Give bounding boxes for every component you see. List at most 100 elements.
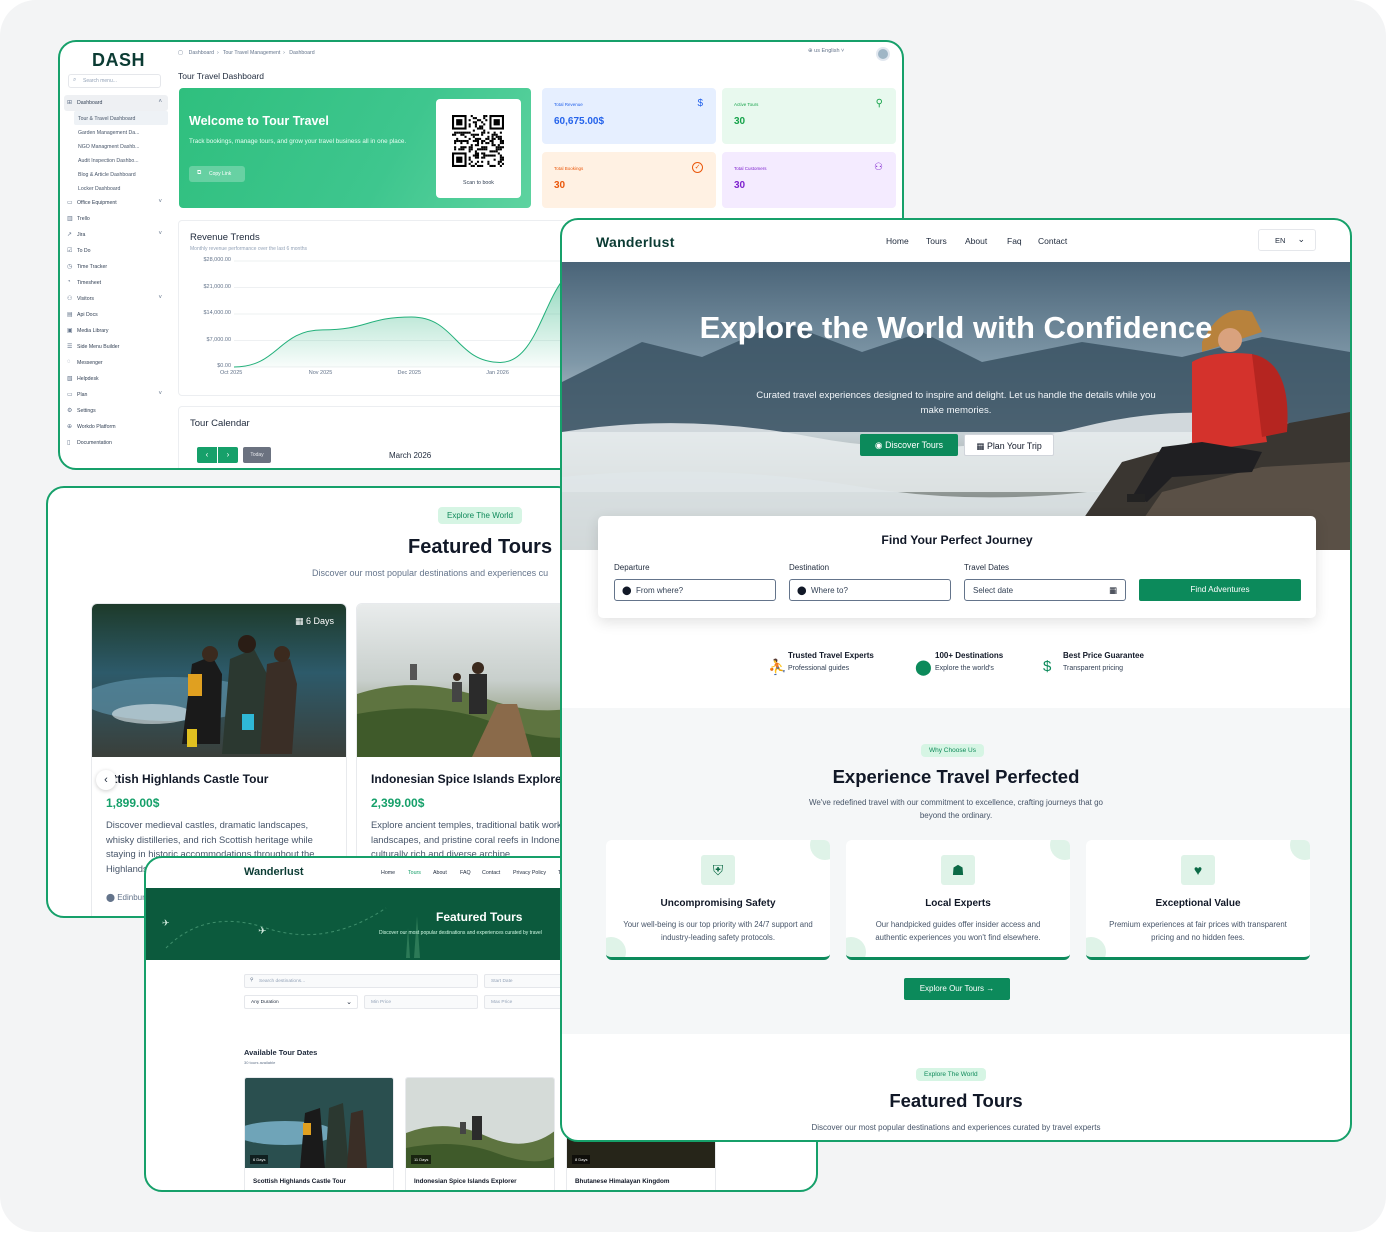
nav-tours[interactable]: Tours xyxy=(408,870,421,876)
dash-logo: DASH xyxy=(92,50,146,70)
avatar[interactable] xyxy=(876,47,890,61)
nav-tours[interactable]: Tours xyxy=(926,236,947,246)
qr-module xyxy=(462,148,465,151)
qr-module xyxy=(499,135,502,138)
nav-contact[interactable]: Contact xyxy=(482,870,500,876)
pin-icon: ⬤ xyxy=(622,585,632,595)
nav-privacy-policy[interactable]: Privacy Policy xyxy=(513,870,546,876)
language-switcher[interactable]: ⊕ us English ˅ xyxy=(808,47,890,61)
sidebar-item-helpdesk[interactable]: ▧ Helpdesk xyxy=(64,371,168,387)
sidebar-item-garden-management-da[interactable]: Garden Management Da... xyxy=(64,125,168,139)
breadcrumb-item[interactable]: Dashboard xyxy=(189,50,214,56)
qr-module xyxy=(487,154,490,157)
board-icon: ▥ xyxy=(67,216,73,222)
sidebar-item-jira[interactable]: ↗ Jira ˅ xyxy=(64,227,168,243)
sidebar-item-office-equipment[interactable]: ▭ Office Equipment ˅ xyxy=(64,195,168,211)
svg-text:✈: ✈ xyxy=(162,918,170,928)
language-select[interactable]: EN ⌄ xyxy=(1258,229,1316,251)
calendar-today-button[interactable]: Today xyxy=(243,447,271,463)
stat-value: 60,675.00$ xyxy=(554,116,605,127)
nav-faq[interactable]: FAQ xyxy=(460,870,471,876)
sidebar-item-trello[interactable]: ▥ Trello xyxy=(64,211,168,227)
stat-label: Total Bookings xyxy=(554,166,584,171)
destination-search-input[interactable]: ⚲ Search destinations... xyxy=(244,974,478,988)
nav-about[interactable]: About xyxy=(965,236,987,246)
discover-tours-button[interactable]: ◉ Discover Tours xyxy=(860,434,958,456)
gear-icon: ⚙ xyxy=(67,408,73,414)
sidebar-item-visitors[interactable]: ⚇ Visitors ˅ xyxy=(64,291,168,307)
sidebar-item-side-menu-builder[interactable]: ☰ Side Menu Builder xyxy=(64,339,168,355)
sidebar-item-documentation[interactable]: ▯ Documentation xyxy=(64,435,168,451)
calendar-next-button[interactable]: › xyxy=(218,447,238,463)
card-decoration xyxy=(1050,840,1070,860)
destination-input[interactable]: ⬤ Where to? xyxy=(789,579,951,601)
qr-module xyxy=(501,156,504,159)
sidebar-item-to-do[interactable]: ☑ To Do xyxy=(64,243,168,259)
nav-home[interactable]: Home xyxy=(381,870,395,876)
qr-module xyxy=(474,150,477,153)
logo[interactable]: Wanderlust xyxy=(244,866,304,878)
check-circle-icon: ✓ xyxy=(692,162,703,173)
qr-module xyxy=(454,133,457,136)
breadcrumb-item[interactable]: Tour Travel Management xyxy=(223,50,280,56)
tour-date-card[interactable]: 11 Days Indonesian Spice Islands Explore… xyxy=(405,1077,555,1190)
nav-contact[interactable]: Contact xyxy=(1038,236,1067,246)
revenue-chart-card: Revenue Trends Monthly revenue performan… xyxy=(178,220,619,396)
qr-module xyxy=(476,152,480,155)
sidebar-item-messenger[interactable]: ◌ Messenger xyxy=(64,355,168,371)
find-adventures-button[interactable]: Find Adventures xyxy=(1139,579,1301,601)
qr-module xyxy=(474,139,477,143)
section-subtitle: Discover our most popular destinations a… xyxy=(312,568,549,578)
qr-module xyxy=(495,146,498,149)
sidebar-item-timesheet[interactable]: ◔ Timesheet xyxy=(64,275,168,291)
sidebar-item-locker-dashboard[interactable]: Locker Dashboard xyxy=(64,181,168,195)
sidebar-item-api-docs[interactable]: ▤ Api Docs xyxy=(64,307,168,323)
qr-module xyxy=(460,148,463,151)
nav-about[interactable]: About xyxy=(433,870,447,876)
duration-select[interactable]: Any Duration ⌄ xyxy=(244,995,358,1009)
qr-module xyxy=(499,158,502,161)
sidebar-item-label: Workdo Platform xyxy=(77,424,116,430)
sidebar-item-dashboard[interactable]: ⊞ Dashboard ˄ xyxy=(64,95,168,111)
qr-module xyxy=(462,131,465,134)
sidebar-search-input[interactable]: ⌕ Search menu... xyxy=(68,74,161,88)
sidebar-item-blog-article-dashboard[interactable]: Blog & Article Dashboard xyxy=(64,167,168,181)
sidebar-item-workdo-platform[interactable]: ⊕ Workdo Platform xyxy=(64,419,168,435)
calendar-prev-button[interactable]: ‹ xyxy=(197,447,217,463)
logo[interactable]: Wanderlust xyxy=(596,234,675,250)
sidebar-toggle-icon[interactable]: ▢ xyxy=(178,50,183,56)
sidebar-item-time-tracker[interactable]: ◷ Time Tracker xyxy=(64,259,168,275)
sidebar-item-media-library[interactable]: ▣ Media Library xyxy=(64,323,168,339)
sidebar-item-tour-travel-dashboard[interactable]: Tour & Travel Dashboard xyxy=(74,111,168,125)
qr-module xyxy=(491,139,494,143)
sidebar-item-plan[interactable]: ▭ Plan ˅ xyxy=(64,387,168,403)
qr-module xyxy=(493,131,496,134)
departure-input[interactable]: ⬤ From where? xyxy=(614,579,776,601)
chevron-down-icon: ˅ xyxy=(158,391,162,397)
qr-module xyxy=(481,148,484,151)
qr-module xyxy=(491,154,494,157)
tour-date-card[interactable]: 6 Days Scottish Highlands Castle Tour xyxy=(244,1077,394,1190)
nav-faq[interactable]: Faq xyxy=(1007,236,1022,246)
sidebar-item-audit-inspection-dashbo[interactable]: Audit Inspection Dashbo... xyxy=(64,153,168,167)
nav-home[interactable]: Home xyxy=(886,236,909,246)
plan-trip-button[interactable]: ▦ Plan Your Trip xyxy=(964,434,1054,456)
qr-module xyxy=(470,164,473,167)
qr-finder xyxy=(456,156,463,163)
travel-dates-input[interactable]: Select date ▦ xyxy=(964,579,1126,601)
qr-module xyxy=(476,164,480,167)
section-title: Featured Tours xyxy=(889,1090,1023,1111)
min-price-input[interactable]: Min Price xyxy=(364,995,478,1009)
y-tick-label: $0.00 xyxy=(217,363,231,369)
arrow-right-icon: → xyxy=(986,984,995,993)
qr-module xyxy=(487,160,490,163)
sidebar-item-ngo-managment-dashb[interactable]: NGO Managment Dashb... xyxy=(64,139,168,153)
qr-module xyxy=(487,162,490,165)
carousel-prev-button[interactable]: ‹ xyxy=(96,770,116,790)
qr-module xyxy=(491,144,494,147)
qr-module xyxy=(483,115,486,118)
explore-tours-button[interactable]: Explore Our Tours → xyxy=(904,978,1010,1000)
sidebar-item-settings[interactable]: ⚙ Settings xyxy=(64,403,168,419)
copy-link-button[interactable]: ⧉ Copy Link xyxy=(189,166,245,182)
qr-module xyxy=(497,148,500,151)
